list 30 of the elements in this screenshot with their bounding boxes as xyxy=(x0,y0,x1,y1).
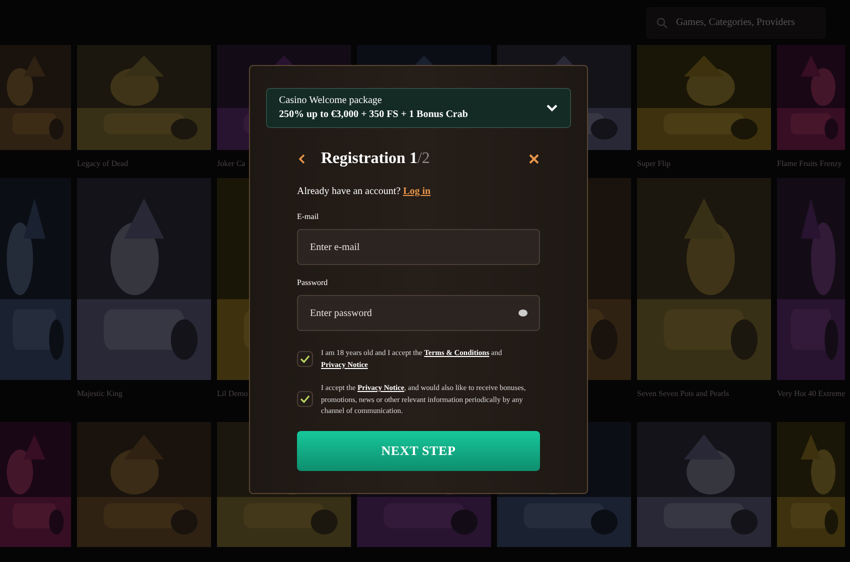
promo-banner[interactable]: Casino Welcome package 250% up to €3,000 + 350 FS + 1 Bonus Crab xyxy=(266,88,571,128)
game-title[interactable]: Very Hot 40 Extreme xyxy=(777,388,846,400)
game-title[interactable]: Lil Demo xyxy=(217,388,248,400)
game-title[interactable]: Flame Fruits Frenzy xyxy=(777,158,842,170)
checkbox[interactable] xyxy=(297,391,313,408)
game-title[interactable]: Legacy of Dead xyxy=(77,158,128,170)
check-icon xyxy=(300,354,310,362)
close-button[interactable] xyxy=(528,153,540,165)
login-prompt: Already have an account? Log in xyxy=(297,185,432,199)
checkbox[interactable] xyxy=(297,350,313,366)
back-icon xyxy=(299,154,305,164)
next-step-button[interactable]: NEXT STEP xyxy=(297,430,540,470)
promo-offer: 250% up to €3,000 + 350 FS + 1 Bonus Crab xyxy=(279,108,468,122)
close-icon xyxy=(529,154,539,164)
dialog-title: Registration 1/2 xyxy=(321,149,430,169)
game-title[interactable]: Super Flip xyxy=(637,158,671,170)
field-label: E-mail xyxy=(297,211,320,223)
login-link[interactable]: Log in xyxy=(403,186,431,197)
check-icon xyxy=(300,395,310,404)
search-field[interactable]: Games, Categories, Providers xyxy=(646,6,826,38)
password-field[interactable]: Enter password xyxy=(297,295,540,331)
game-title[interactable]: Seven Seven Pots and Pearls xyxy=(637,388,729,400)
field-label: Password xyxy=(297,277,329,289)
eye-icon xyxy=(518,309,528,317)
game-title[interactable]: Joker Ca xyxy=(217,158,246,170)
promo-label: Casino Welcome package xyxy=(279,94,383,108)
search-icon xyxy=(656,16,668,28)
back-button[interactable] xyxy=(297,154,307,164)
email-field[interactable]: Enter e-mail xyxy=(297,229,540,265)
game-title[interactable]: Majestic King xyxy=(77,388,123,400)
